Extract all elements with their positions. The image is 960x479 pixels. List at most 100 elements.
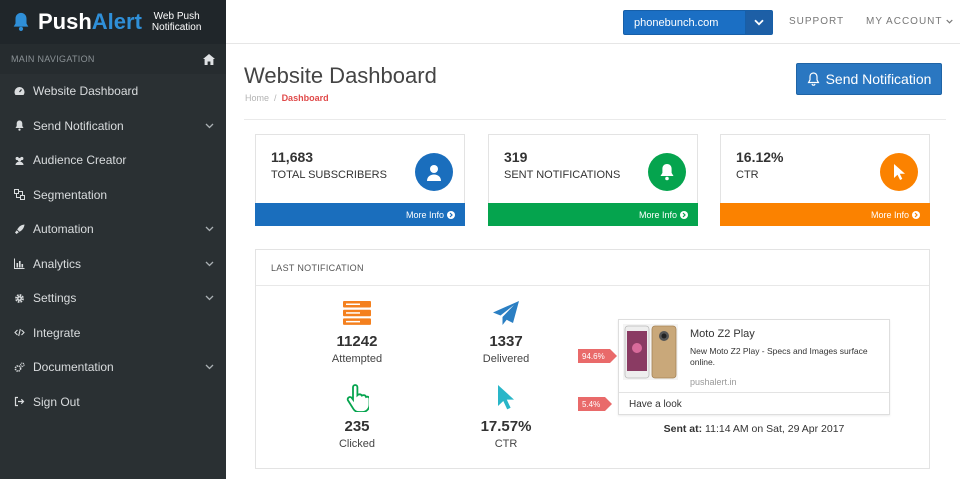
divider bbox=[244, 119, 946, 120]
rocket-icon bbox=[14, 224, 25, 235]
stat-label: TOTAL SUBSCRIBERS bbox=[271, 169, 387, 181]
support-link[interactable]: SUPPORT bbox=[789, 16, 844, 27]
stat-label: CTR bbox=[736, 169, 759, 181]
more-info-link[interactable]: More Info bbox=[720, 203, 930, 226]
chevron-down-icon[interactable] bbox=[205, 123, 214, 129]
more-info-link[interactable]: More Info bbox=[255, 203, 465, 226]
sidebar-item-label: Website Dashboard bbox=[33, 84, 139, 99]
sidebar-item-automation[interactable]: Automation bbox=[0, 212, 226, 247]
notification-title: Moto Z2 Play bbox=[690, 328, 755, 340]
stat-label: SENT NOTIFICATIONS bbox=[504, 169, 621, 181]
metric-value: 235 bbox=[344, 418, 370, 435]
code-icon bbox=[14, 327, 25, 338]
sidebar-item-integrate[interactable]: Integrate bbox=[0, 316, 226, 351]
home-icon[interactable] bbox=[203, 53, 215, 65]
metric-label: Attempted bbox=[331, 353, 383, 365]
stat-value: 319 bbox=[504, 149, 528, 165]
sidebar-item-documentation[interactable]: Documentation bbox=[0, 350, 226, 385]
bar-chart-icon bbox=[14, 258, 25, 270]
metric-value: 11242 bbox=[336, 333, 378, 350]
gear-icon bbox=[14, 293, 25, 304]
bell-icon bbox=[14, 120, 25, 131]
arrow-circle-right-icon bbox=[912, 210, 920, 219]
metric-ctr: 17.57% CTR bbox=[446, 383, 566, 450]
sign-out-icon bbox=[14, 396, 25, 407]
website-select-value: phonebunch.com bbox=[634, 16, 719, 29]
arrow-circle-right-icon bbox=[447, 210, 455, 219]
notification-action-button[interactable]: Have a look bbox=[619, 392, 889, 416]
chevron-down-icon[interactable] bbox=[205, 226, 214, 232]
breadcrumb-separator: / bbox=[274, 93, 277, 103]
cogs-icon bbox=[14, 362, 25, 373]
chevron-down-icon bbox=[946, 19, 953, 24]
my-account-menu[interactable]: MY ACCOUNT bbox=[866, 16, 953, 27]
sidebar-item-label: Automation bbox=[33, 222, 94, 237]
cursor-icon bbox=[880, 153, 918, 191]
sidebar-item-label: Send Notification bbox=[33, 118, 124, 133]
sidebar-item-label: Sign Out bbox=[33, 394, 80, 409]
cursor-icon bbox=[446, 383, 566, 413]
segment-icon bbox=[14, 189, 25, 201]
sidebar-item-audience-creator[interactable]: Audience Creator bbox=[0, 143, 226, 178]
main-content: Website Dashboard Home / Dashboard Send … bbox=[226, 45, 960, 479]
stat-value: 11,683 bbox=[271, 149, 314, 165]
brand[interactable]: PushAlert Web Push Notification bbox=[0, 0, 226, 44]
sidebar-item-label: Settings bbox=[33, 291, 77, 306]
sidebar-item-segmentation[interactable]: Segmentation bbox=[0, 178, 226, 213]
brand-tagline: Web Push Notification bbox=[151, 11, 202, 33]
nav-heading: MAIN NAVIGATION bbox=[0, 44, 226, 74]
notification-image bbox=[623, 324, 678, 380]
website-select[interactable]: phonebunch.com bbox=[623, 10, 773, 35]
bell-logo-icon bbox=[13, 12, 29, 31]
metric-delivered: 1337 Delivered bbox=[446, 298, 566, 365]
bell-icon bbox=[648, 153, 686, 191]
sidebar-item-label: Integrate bbox=[33, 325, 81, 340]
more-info-link[interactable]: More Info bbox=[488, 203, 698, 226]
brand-logo: PushAlert bbox=[38, 9, 142, 34]
main-click-percentage-badge: 94.6% bbox=[578, 349, 617, 363]
metric-value: 17.57% bbox=[480, 418, 532, 435]
notification-body: New Moto Z2 Play - Specs and Images surf… bbox=[690, 346, 868, 367]
breadcrumb-current: Dashboard bbox=[281, 93, 329, 103]
sidebar-item-sign-out[interactable]: Sign Out bbox=[0, 385, 226, 420]
chevron-down-icon[interactable] bbox=[205, 295, 214, 301]
notification-preview[interactable]: Moto Z2 Play New Moto Z2 Play - Specs an… bbox=[618, 319, 890, 415]
stat-value: 16.12% bbox=[736, 149, 784, 165]
sent-at: Sent at: 11:14 AM on Sat, 29 Apr 2017 bbox=[663, 423, 845, 435]
sidebar-item-analytics[interactable]: Analytics bbox=[0, 247, 226, 282]
user-icon bbox=[415, 153, 453, 191]
breadcrumb-home[interactable]: Home bbox=[245, 93, 269, 103]
sidebar-item-label: Segmentation bbox=[33, 187, 108, 202]
notification-url: pushalert.in bbox=[690, 377, 737, 387]
last-notification-panel: LAST NOTIFICATION 11242 Attempted 1337 D… bbox=[255, 249, 930, 469]
arrow-circle-right-icon bbox=[680, 210, 688, 219]
server-icon bbox=[297, 298, 417, 328]
metric-value: 1337 bbox=[489, 333, 523, 350]
sidebar-item-label: Audience Creator bbox=[33, 153, 127, 168]
stat-card-sent-notifications: 319 SENT NOTIFICATIONS More Info bbox=[488, 134, 698, 226]
action-click-percentage-badge: 5.4% bbox=[578, 397, 613, 411]
metric-attempted: 11242 Attempted bbox=[297, 298, 417, 365]
top-bar: phonebunch.com SUPPORT MY ACCOUNT bbox=[226, 0, 960, 44]
bell-icon bbox=[807, 72, 819, 86]
chevron-down-icon[interactable] bbox=[205, 261, 214, 267]
page-title: Website Dashboard bbox=[244, 63, 437, 88]
send-notification-label: Send Notification bbox=[825, 71, 932, 87]
breadcrumb: Home / Dashboard bbox=[245, 93, 329, 103]
users-icon bbox=[14, 155, 25, 166]
dashboard-icon bbox=[14, 86, 25, 97]
sidebar-item-website-dashboard[interactable]: Website Dashboard bbox=[0, 74, 226, 109]
metric-label: Clicked bbox=[338, 438, 376, 450]
sidebar-item-settings[interactable]: Settings bbox=[0, 281, 226, 316]
hand-pointer-icon bbox=[297, 383, 417, 413]
paper-plane-icon bbox=[446, 298, 566, 328]
metric-clicked: 235 Clicked bbox=[297, 383, 417, 450]
stat-card-subscribers: 11,683 TOTAL SUBSCRIBERS More Info bbox=[255, 134, 465, 226]
panel-heading: LAST NOTIFICATION bbox=[256, 250, 929, 286]
sidebar-item-send-notification[interactable]: Send Notification bbox=[0, 109, 226, 144]
metric-label: Delivered bbox=[482, 353, 530, 365]
metric-label: CTR bbox=[494, 438, 518, 450]
send-notification-button[interactable]: Send Notification bbox=[796, 63, 942, 95]
chevron-down-icon[interactable] bbox=[745, 11, 772, 34]
chevron-down-icon[interactable] bbox=[205, 364, 214, 370]
